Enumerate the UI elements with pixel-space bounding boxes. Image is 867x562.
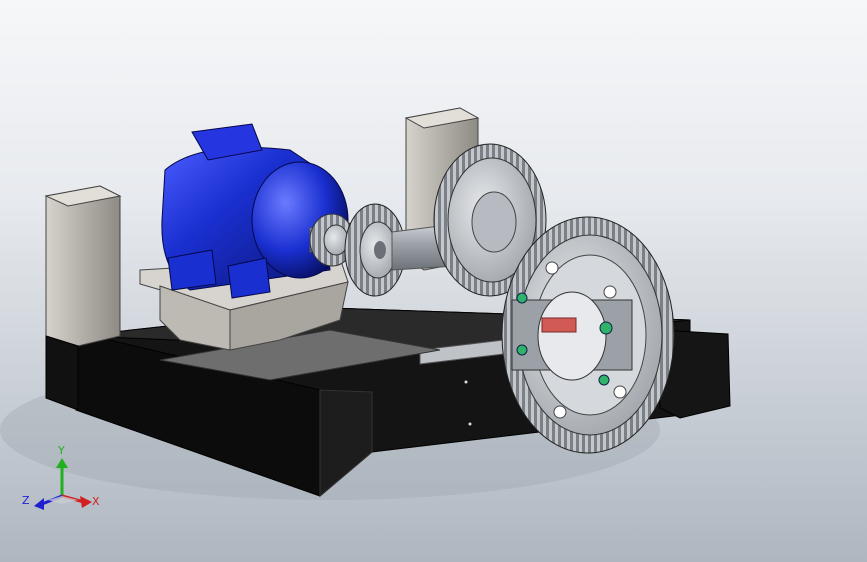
z-axis-arrow-icon xyxy=(34,498,44,510)
reference-triad: Y X Z xyxy=(22,444,100,510)
front-spur-gear[interactable] xyxy=(501,216,675,454)
clamp-bolt-1 xyxy=(516,292,528,304)
x-axis-label: X xyxy=(92,495,100,508)
shaft-key xyxy=(541,317,577,333)
cad-model-view[interactable] xyxy=(0,0,867,562)
clamp-bolt-2 xyxy=(599,321,613,335)
y-axis-label: Y xyxy=(57,444,65,457)
frame-marker-2 xyxy=(468,422,472,426)
x-axis-arrow-icon xyxy=(80,496,92,508)
triad-origin-plane xyxy=(48,496,78,504)
z-axis-label: Z xyxy=(22,494,30,507)
graphics-viewport[interactable]: Y X Z xyxy=(0,0,867,562)
electric-motor[interactable] xyxy=(161,123,349,299)
clamp-bolt-4 xyxy=(598,374,610,386)
gear-hole-1 xyxy=(545,261,559,275)
gear-hole-3 xyxy=(613,385,627,399)
gear-hole-4 xyxy=(553,405,567,419)
frame-marker-1 xyxy=(464,380,468,384)
gear-hole-2 xyxy=(603,285,617,299)
y-axis-arrow-icon xyxy=(56,458,68,468)
clamp-bolt-3 xyxy=(516,344,528,356)
